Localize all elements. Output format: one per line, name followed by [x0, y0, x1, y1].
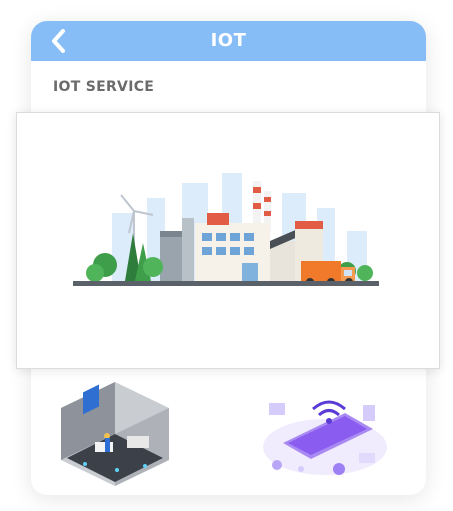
service-card-smart-home[interactable] [55, 378, 175, 488]
smart-home-room-illustration [61, 382, 169, 486]
smartphone-wireless-devices-illustration [263, 400, 387, 475]
service-card-factory[interactable] [16, 112, 440, 369]
smart-factory-illustration [73, 173, 379, 286]
service-card-mobile-iot[interactable] [255, 385, 390, 480]
section-title: IOT SERVICE [53, 79, 155, 95]
page-title: IOT [210, 30, 247, 51]
app-bar: IOT [31, 21, 426, 61]
